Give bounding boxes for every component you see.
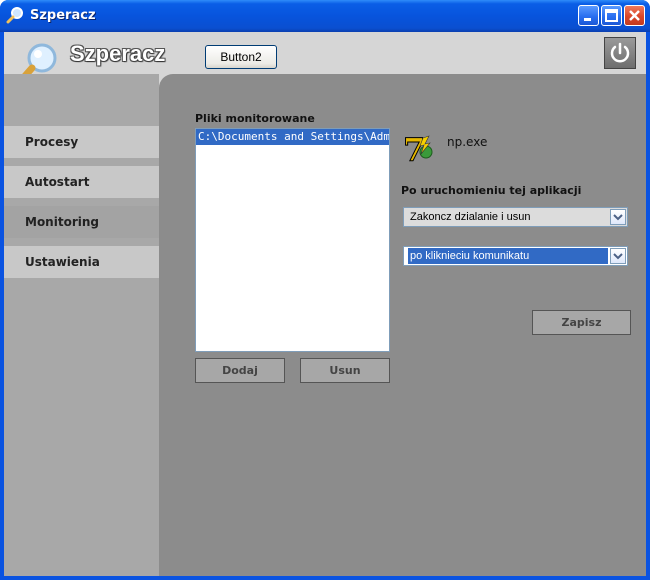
button2[interactable]: Button2 bbox=[205, 45, 277, 69]
close-icon bbox=[629, 10, 640, 21]
sidebar-item-procesy[interactable]: Procesy bbox=[4, 126, 159, 158]
sidebar-item-autostart[interactable]: Autostart bbox=[4, 166, 159, 198]
title-bar[interactable]: Szperacz bbox=[0, 0, 650, 32]
dropdown-arrow-button[interactable] bbox=[610, 209, 626, 225]
sidebar-item-ustawienia[interactable]: Ustawienia bbox=[4, 246, 159, 278]
files-label: Pliki monitorowane bbox=[195, 112, 315, 125]
dropdown-arrow-button[interactable] bbox=[610, 248, 626, 264]
magnifier-icon bbox=[6, 7, 23, 24]
minimize-icon bbox=[584, 18, 591, 21]
chevron-down-icon bbox=[613, 253, 623, 260]
monitoring-panel: Pliki monitorowane C:\Documents and Sett… bbox=[159, 74, 646, 576]
power-icon bbox=[610, 42, 630, 63]
add-button[interactable]: Dodaj bbox=[195, 358, 285, 383]
action-select[interactable]: Zakoncz dzialanie i usun bbox=[403, 207, 628, 227]
remove-button[interactable]: Usun bbox=[300, 358, 390, 383]
window-title: Szperacz bbox=[30, 8, 96, 23]
trigger-select[interactable]: po kliknieciu komunikatu bbox=[403, 246, 628, 266]
app-header: Szperacz Button2 bbox=[4, 32, 646, 88]
maximize-button[interactable] bbox=[601, 5, 622, 26]
power-button[interactable] bbox=[604, 37, 636, 69]
sidebar-item-monitoring[interactable]: Monitoring bbox=[4, 206, 159, 238]
app-title: Szperacz bbox=[70, 41, 166, 66]
client-area: Szperacz Button2 Procesy Autostart Monit… bbox=[4, 32, 646, 576]
chevron-down-icon bbox=[613, 214, 623, 221]
action-select-value: Zakoncz dzialanie i usun bbox=[410, 211, 531, 223]
minimize-button[interactable] bbox=[578, 5, 599, 26]
save-button[interactable]: Zapisz bbox=[532, 310, 631, 335]
application-icon: 7 bbox=[403, 131, 433, 166]
list-item[interactable]: C:\Documents and Settings\Adminis bbox=[196, 129, 389, 145]
after-launch-label: Po uruchomieniu tej aplikacji bbox=[401, 184, 582, 197]
app-window: Szperacz Szperacz Button2 Procesy Autost… bbox=[0, 0, 650, 580]
sidebar: Procesy Autostart Monitoring Ustawienia bbox=[4, 74, 159, 576]
exe-name: np.exe bbox=[447, 135, 488, 149]
maximize-icon bbox=[605, 9, 618, 22]
trigger-select-value: po kliknieciu komunikatu bbox=[408, 248, 608, 264]
monitored-files-list[interactable]: C:\Documents and Settings\Adminis bbox=[195, 128, 390, 352]
close-button[interactable] bbox=[624, 5, 645, 26]
